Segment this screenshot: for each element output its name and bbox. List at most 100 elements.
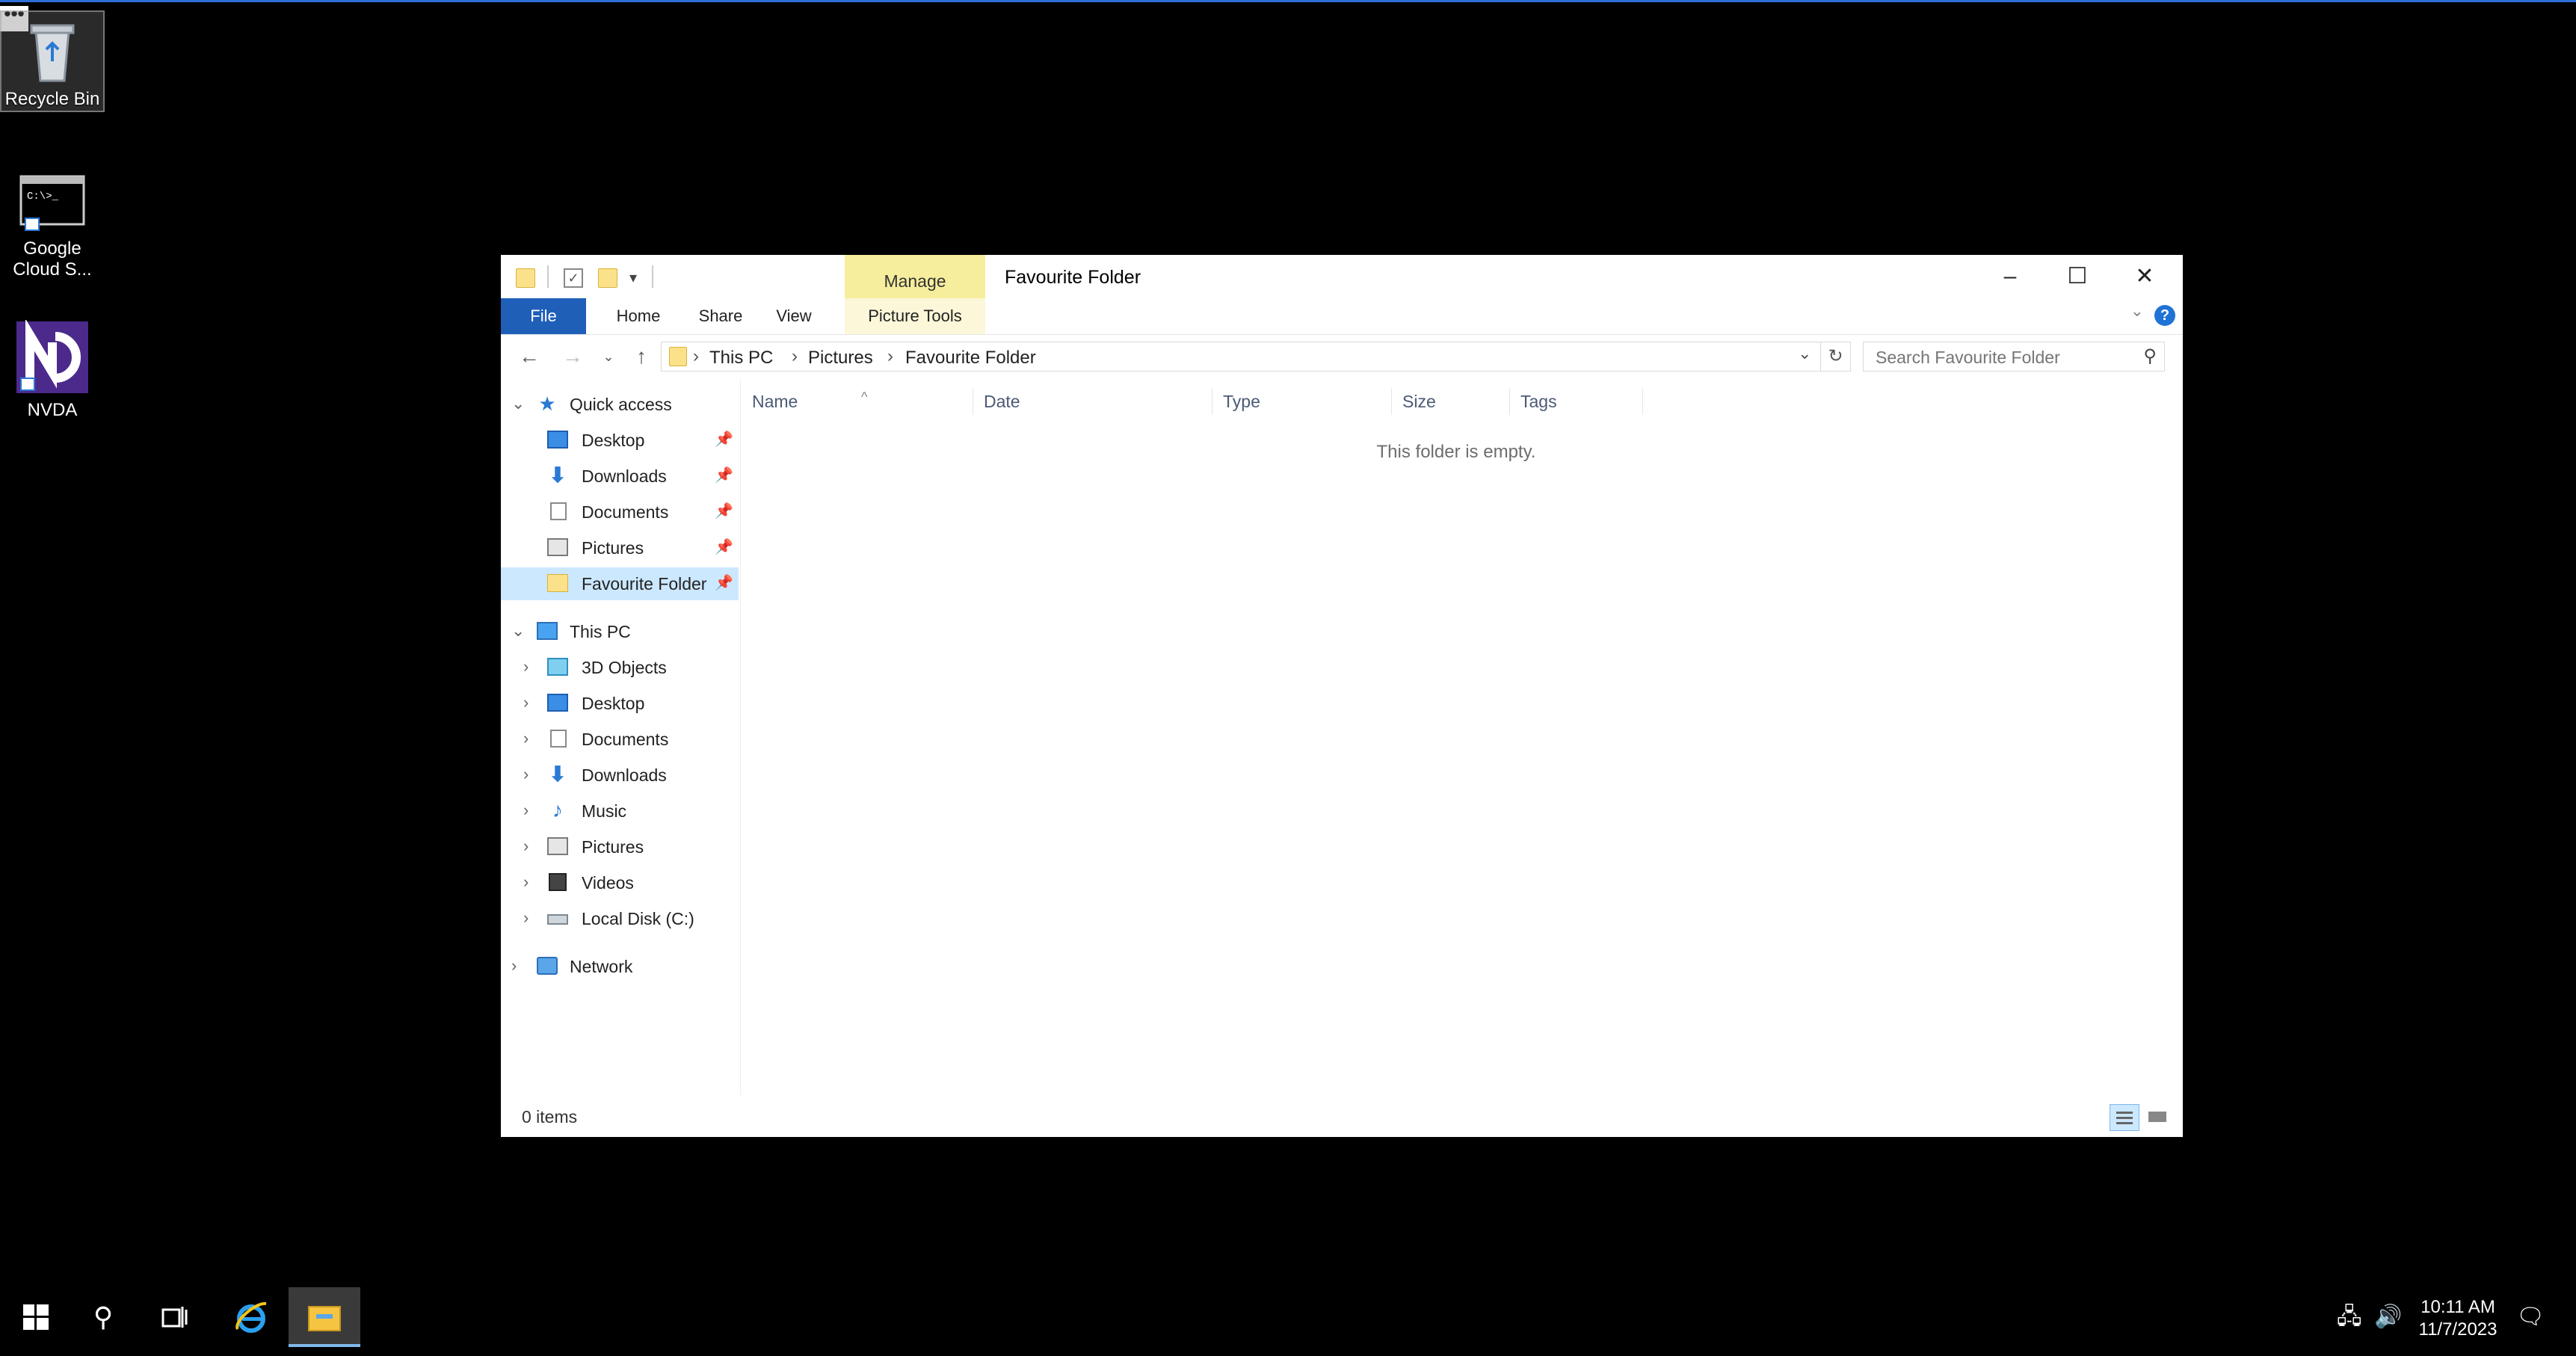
chevron-right-icon[interactable]: ›: [523, 657, 529, 677]
nav-pc-pictures[interactable]: › Pictures: [501, 830, 739, 863]
desktop-icon-recycle-bin[interactable]: Recycle Bin: [0, 10, 105, 112]
volume-icon[interactable]: 🔊: [2374, 1287, 2402, 1347]
nav-qa-pictures[interactable]: Pictures 📌: [501, 531, 739, 564]
action-center-icon[interactable]: 🗨: [2516, 1287, 2545, 1347]
chevron-right-icon: ›: [693, 346, 699, 366]
start-button[interactable]: [0, 1287, 72, 1347]
nav-qa-desktop[interactable]: Desktop 📌: [501, 424, 739, 457]
search-button[interactable]: ⚲: [67, 1287, 139, 1347]
search-box[interactable]: ⚲: [1863, 342, 2165, 372]
search-input[interactable]: [1874, 345, 2124, 369]
pin-icon[interactable]: 📌: [715, 573, 733, 592]
tab-view[interactable]: View: [758, 298, 830, 334]
customize-qat-icon[interactable]: ▾: [629, 268, 637, 287]
tab-home[interactable]: Home: [601, 298, 676, 334]
network-tray-icon[interactable]: 🖧: [2337, 1287, 2361, 1347]
nav-qa-favourite-folder[interactable]: Favourite Folder 📌: [501, 567, 739, 600]
nav-quick-access[interactable]: ⌄ ★ Quick access: [501, 388, 739, 421]
tab-share[interactable]: Share: [683, 298, 758, 334]
quick-access-star-icon: ★: [538, 392, 556, 415]
large-icons-view-button[interactable]: [2142, 1104, 2172, 1131]
recent-locations-button[interactable]: ⌄: [594, 342, 623, 372]
nav-label: This PC: [570, 622, 631, 641]
nav-pc-downloads[interactable]: › ⬇ Downloads: [501, 759, 739, 792]
terminal-icon: C:\>_: [19, 175, 85, 231]
chevron-down-icon[interactable]: ⌄: [1798, 344, 1811, 363]
tab-manage-label: Manage: [884, 271, 946, 291]
clock[interactable]: 10:11 AM 11/7/2023: [2413, 1296, 2503, 1341]
pin-icon[interactable]: 📌: [715, 502, 733, 520]
tab-manage[interactable]: Manage: [845, 255, 985, 301]
task-view-button[interactable]: [139, 1287, 211, 1347]
breadcrumb-pictures[interactable]: Pictures: [808, 348, 873, 369]
expand-ribbon-icon[interactable]: ⌄: [2130, 301, 2144, 321]
nav-pc-music[interactable]: › ♪ Music: [501, 795, 739, 828]
help-icon[interactable]: ?: [2154, 305, 2175, 326]
column-header-type[interactable]: Type: [1212, 388, 1392, 415]
pin-icon[interactable]: 📌: [715, 430, 733, 449]
nav-qa-documents[interactable]: Documents 📌: [501, 496, 739, 528]
details-view-button[interactable]: [2110, 1104, 2139, 1131]
nav-this-pc[interactable]: ⌄ This PC: [501, 615, 739, 648]
chevron-down-icon[interactable]: ⌄: [511, 621, 525, 641]
properties-icon[interactable]: ✓: [564, 268, 583, 288]
column-header-tags[interactable]: Tags: [1510, 388, 1643, 415]
chevron-right-icon[interactable]: ›: [523, 872, 529, 892]
qat-divider: [547, 265, 549, 288]
nav-label: 3D Objects: [582, 658, 667, 677]
breadcrumb-this-pc[interactable]: This PC: [709, 348, 773, 369]
status-bar: 0 items: [501, 1095, 2183, 1137]
chevron-right-icon[interactable]: ›: [523, 836, 529, 856]
file-explorer-button[interactable]: [289, 1287, 360, 1347]
minimize-button[interactable]: –: [1976, 255, 2044, 298]
chevron-right-icon[interactable]: ›: [511, 956, 517, 976]
nav-label: Pictures: [582, 837, 644, 857]
back-button[interactable]: ←: [514, 342, 544, 372]
nav-label: Downloads: [582, 765, 667, 785]
file-explorer-icon: [308, 1306, 341, 1331]
chevron-right-icon[interactable]: ›: [523, 908, 529, 928]
pin-icon[interactable]: 📌: [715, 537, 733, 556]
internet-explorer-icon: [235, 1301, 267, 1333]
item-count: 0 items: [522, 1107, 578, 1127]
nav-pc-desktop[interactable]: › Desktop: [501, 687, 739, 720]
new-folder-icon[interactable]: [598, 268, 617, 288]
address-bar[interactable]: › This PC › Pictures › Favourite Folder …: [661, 342, 1821, 372]
maximize-button[interactable]: ☐: [2044, 255, 2111, 298]
up-button[interactable]: ↑: [626, 342, 656, 372]
column-header-size[interactable]: Size: [1392, 388, 1510, 415]
nav-label: Desktop: [582, 431, 645, 450]
empty-folder-message: This folder is empty.: [1376, 442, 1536, 462]
chevron-down-icon[interactable]: ⌄: [511, 394, 525, 413]
chevron-right-icon[interactable]: ›: [523, 801, 529, 820]
nav-pc-3d-objects[interactable]: › 3D Objects: [501, 651, 739, 684]
chevron-right-icon[interactable]: ›: [523, 765, 529, 784]
taskbar: ⚲ 🖧 🔊 10:11 AM 11/7/2023 🗨: [0, 1287, 2576, 1347]
nav-pc-videos[interactable]: › Videos: [501, 866, 739, 899]
forward-button[interactable]: →: [558, 342, 588, 372]
breadcrumb-favourite-folder[interactable]: Favourite Folder: [905, 348, 1036, 369]
task-view-icon: [161, 1307, 188, 1328]
refresh-button[interactable]: ↻: [1821, 342, 1851, 372]
nav-pc-local-disk[interactable]: › Local Disk (C:): [501, 902, 739, 935]
nav-network[interactable]: › Network: [501, 950, 739, 983]
search-icon: ⚲: [93, 1301, 114, 1332]
network-icon: [537, 957, 558, 975]
column-header-date[interactable]: Date: [973, 388, 1212, 415]
window-title: Favourite Folder: [1005, 267, 1141, 288]
nav-qa-downloads[interactable]: ⬇ Downloads 📌: [501, 460, 739, 493]
desktop-icon: [547, 431, 568, 449]
search-icon[interactable]: ⚲: [2143, 345, 2157, 367]
folder-icon: [547, 574, 568, 592]
pin-icon[interactable]: 📌: [715, 466, 733, 484]
chevron-right-icon[interactable]: ›: [523, 693, 529, 712]
tab-picture-tools[interactable]: Picture Tools: [845, 298, 985, 334]
nav-pc-documents[interactable]: › Documents: [501, 723, 739, 756]
internet-explorer-button[interactable]: [215, 1287, 287, 1347]
tab-file[interactable]: File: [501, 298, 586, 334]
column-header-name[interactable]: Name ^: [742, 388, 973, 415]
desktop-icon-google-cloud-sdk[interactable]: C:\>_ Google Cloud S...: [0, 170, 105, 280]
chevron-right-icon[interactable]: ›: [523, 729, 529, 748]
desktop-icon-nvda[interactable]: NVDA: [0, 318, 105, 421]
close-button[interactable]: ✕: [2111, 255, 2178, 298]
